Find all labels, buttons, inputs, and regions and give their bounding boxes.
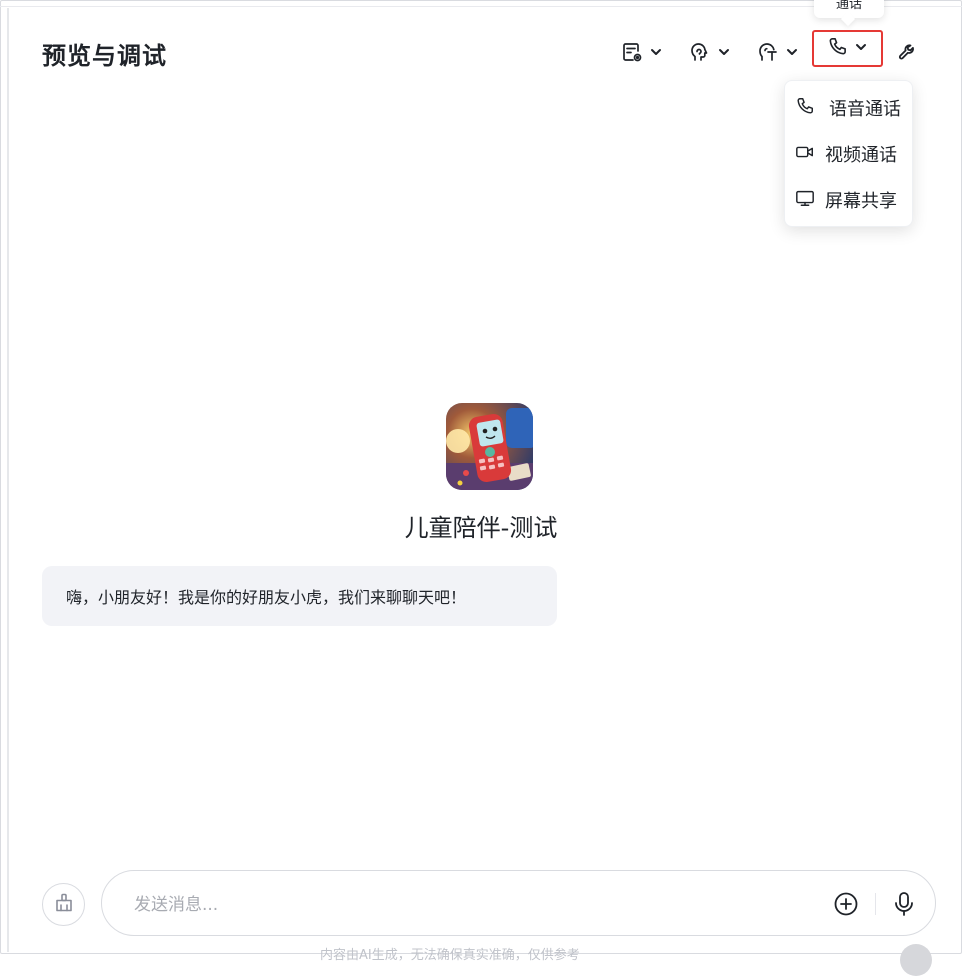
voice-input-button[interactable] (892, 891, 916, 917)
message-composer (101, 870, 936, 936)
composer-divider (875, 893, 876, 915)
menu-item-voice-call[interactable]: 语音通话 (795, 93, 901, 123)
tts-settings-button[interactable] (757, 34, 799, 70)
chevron-down-icon (854, 39, 868, 58)
menu-item-label: 语音通话 (829, 99, 901, 120)
plugin-tools-button[interactable] (897, 34, 919, 70)
bot-name: 儿童陪伴-测试 (404, 514, 558, 542)
chevron-down-icon (649, 45, 663, 59)
menu-item-label: 屏幕共享 (825, 191, 897, 212)
plus-circle-icon (833, 892, 859, 921)
bot-greeting-text: 嗨，小朋友好！我是你的好朋友小虎，我们来聊聊天吧！ (66, 588, 467, 607)
bot-message-bubble: 嗨，小朋友好！我是你的好朋友小虎，我们来聊聊天吧！ (42, 566, 557, 626)
phone-icon (795, 96, 815, 121)
doc-settings-icon (621, 41, 643, 63)
chevron-down-icon (785, 45, 799, 59)
floating-assistant-avatar[interactable] (900, 944, 932, 976)
video-camera-icon (795, 142, 815, 167)
call-menu: 语音通话 视频通话 屏幕共享 (784, 80, 913, 227)
menu-item-screen-share[interactable]: 屏幕共享 (795, 185, 897, 215)
voice-head-icon (689, 41, 711, 63)
chevron-down-icon (717, 45, 731, 59)
monitor-icon (795, 188, 815, 213)
broom-icon (53, 892, 75, 918)
wrench-icon (897, 41, 919, 63)
message-input[interactable] (132, 889, 816, 921)
microphone-icon (892, 892, 916, 921)
tts-icon (757, 41, 779, 63)
voice-settings-button[interactable] (689, 34, 731, 70)
call-button[interactable] (812, 30, 883, 67)
clear-context-button[interactable] (42, 883, 85, 926)
add-attachment-button[interactable] (833, 891, 859, 917)
page-title: 预览与调试 (42, 42, 167, 70)
menu-item-label: 视频通话 (825, 145, 897, 166)
phone-icon (827, 36, 848, 61)
left-divider (7, 8, 9, 952)
menu-item-video-call[interactable]: 视频通话 (795, 139, 897, 169)
bot-avatar (446, 403, 533, 490)
doc-settings-button[interactable] (621, 34, 663, 70)
